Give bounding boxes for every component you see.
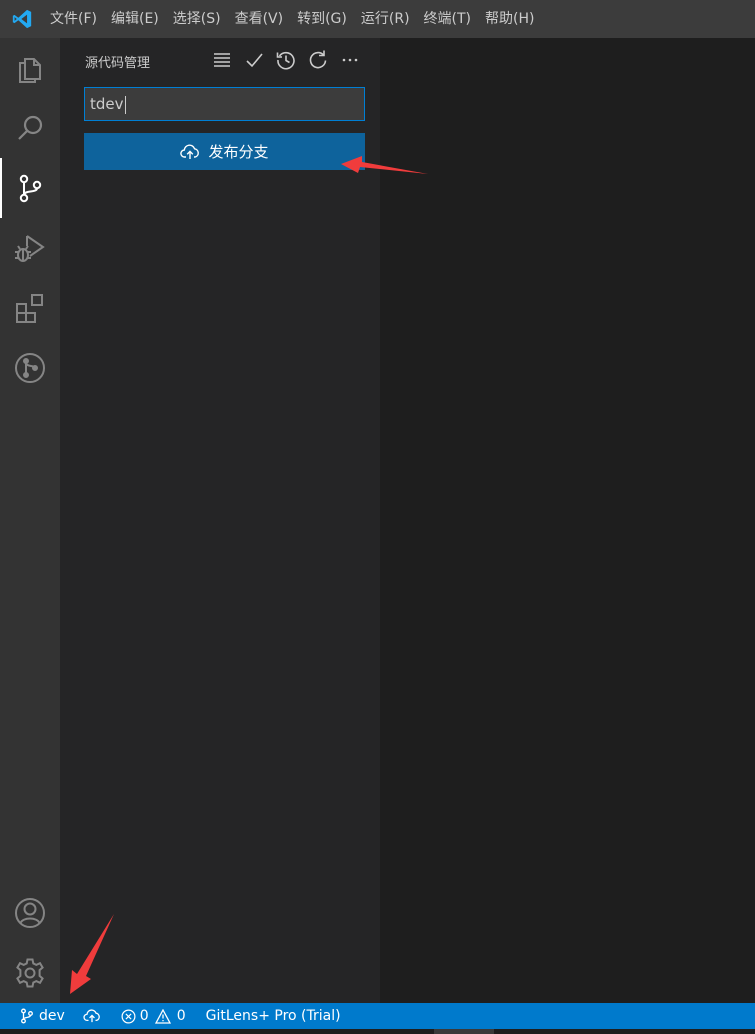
menu-selection[interactable]: 选择(S) bbox=[166, 0, 228, 38]
history-icon bbox=[276, 51, 295, 70]
error-count: 0 bbox=[139, 1008, 149, 1024]
menu-go[interactable]: 转到(G) bbox=[290, 0, 354, 38]
menu-run[interactable]: 运行(R) bbox=[354, 0, 417, 38]
accounts-icon bbox=[15, 898, 45, 928]
bottom-scroll-strip bbox=[0, 1029, 755, 1034]
history-button[interactable] bbox=[270, 48, 302, 72]
menu-help[interactable]: 帮助(H) bbox=[478, 0, 541, 38]
run-debug-button[interactable] bbox=[0, 218, 60, 278]
view-as-list-icon bbox=[214, 53, 230, 67]
refresh-button[interactable] bbox=[302, 48, 334, 72]
error-icon bbox=[121, 1009, 136, 1023]
vscode-logo-icon bbox=[11, 8, 33, 30]
commit-button[interactable] bbox=[238, 48, 270, 72]
menu-file[interactable]: 文件(F) bbox=[43, 0, 104, 38]
warning-icon bbox=[154, 1008, 171, 1024]
status-bar: dev 0 0 GitLens+ Pro (Trial) bbox=[0, 1003, 755, 1029]
manage-gear-icon bbox=[16, 958, 44, 988]
gitlens-icon bbox=[15, 353, 45, 383]
title-bar: 文件(F) 编辑(E) 选择(S) 查看(V) 转到(G) 运行(R) 终端(T… bbox=[0, 0, 755, 38]
publish-status[interactable] bbox=[77, 1003, 107, 1029]
accounts-button[interactable] bbox=[0, 883, 60, 943]
source-control-icon bbox=[19, 174, 42, 203]
problems-status[interactable]: 0 0 bbox=[115, 1003, 192, 1029]
publish-branch-button[interactable]: 发布分支 bbox=[84, 133, 365, 170]
cloud-upload-icon bbox=[180, 144, 200, 160]
git-branch-icon bbox=[21, 1008, 33, 1024]
run-debug-icon bbox=[15, 235, 45, 262]
activity-bar bbox=[0, 38, 60, 1003]
menu-edit[interactable]: 编辑(E) bbox=[104, 0, 166, 38]
menu-view[interactable]: 查看(V) bbox=[228, 0, 291, 38]
menu-terminal[interactable]: 终端(T) bbox=[417, 0, 478, 38]
source-control-panel: 源代码管理 tdev 发布分支 bbox=[60, 38, 380, 1003]
panel-title: 源代码管理 bbox=[85, 56, 151, 71]
text-caret bbox=[124, 95, 126, 114]
cloud-upload-icon bbox=[83, 1009, 100, 1023]
commit-message-value: tdev bbox=[90, 95, 124, 113]
branch-status[interactable]: dev bbox=[14, 1003, 71, 1029]
panel-header: 源代码管理 bbox=[60, 38, 380, 82]
extensions-icon bbox=[16, 294, 43, 323]
more-actions-icon bbox=[342, 58, 358, 62]
scroll-thumb[interactable] bbox=[434, 1029, 494, 1034]
commit-message-input[interactable]: tdev bbox=[84, 87, 365, 121]
more-actions-button[interactable] bbox=[334, 48, 366, 72]
view-as-list-button[interactable] bbox=[206, 48, 238, 72]
gitlens-button[interactable] bbox=[0, 338, 60, 398]
gitlens-status[interactable]: GitLens+ Pro (Trial) bbox=[200, 1003, 347, 1029]
search-icon bbox=[18, 115, 43, 140]
commit-check-icon bbox=[246, 53, 263, 68]
publish-branch-label: 发布分支 bbox=[208, 143, 269, 161]
branch-name: dev bbox=[39, 1008, 65, 1024]
source-control-button[interactable] bbox=[0, 158, 60, 218]
gitlens-label: GitLens+ Pro (Trial) bbox=[205, 1008, 341, 1024]
manage-button[interactable] bbox=[0, 943, 60, 1003]
extensions-button[interactable] bbox=[0, 278, 60, 338]
explorer-icon bbox=[19, 58, 41, 83]
panel-actions bbox=[206, 48, 366, 72]
warning-count: 0 bbox=[176, 1008, 186, 1024]
search-button[interactable] bbox=[0, 98, 60, 158]
refresh-icon bbox=[309, 50, 327, 69]
menu-bar: 文件(F) 编辑(E) 选择(S) 查看(V) 转到(G) 运行(R) 终端(T… bbox=[43, 0, 541, 38]
explorer-button[interactable] bbox=[0, 38, 60, 98]
